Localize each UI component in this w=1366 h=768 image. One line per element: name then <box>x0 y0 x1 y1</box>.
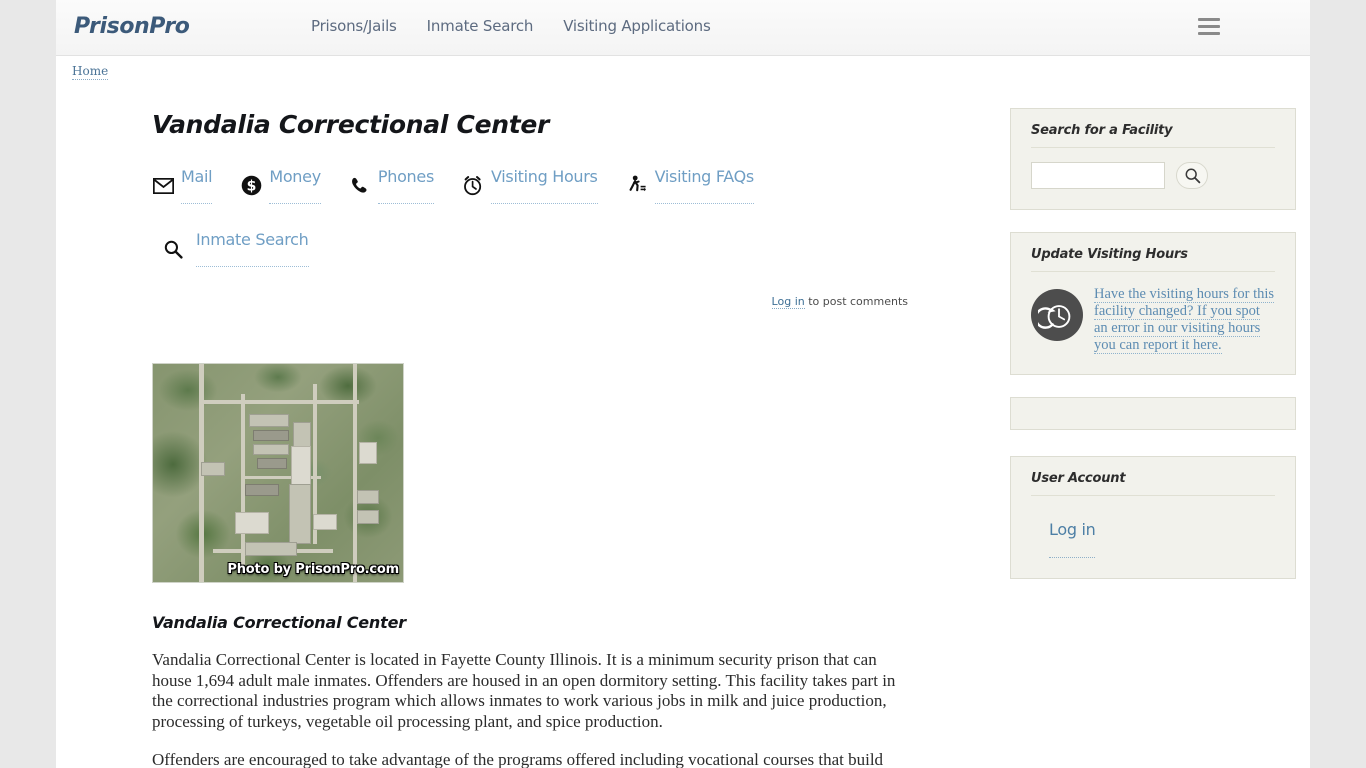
body-paragraph: Vandalia Correctional Center is located … <box>152 650 896 731</box>
comment-note: Log in to post comments <box>152 295 912 309</box>
building <box>249 414 289 427</box>
main-navigation: Prisons/Jails Inmate Search Visiting App… <box>311 17 711 35</box>
hamburger-bar <box>1198 32 1220 35</box>
building <box>245 542 297 556</box>
site-logo[interactable]: PrisonPro <box>74 14 190 39</box>
quick-link-phones[interactable]: Phones <box>349 167 434 204</box>
clock-refresh-icon <box>1031 289 1083 341</box>
facility-search-button[interactable] <box>1176 162 1208 189</box>
site-header: PrisonPro Prisons/Jails Inmate Search Vi… <box>56 0 1310 56</box>
hamburger-icon[interactable] <box>1198 18 1220 36</box>
svg-text:$: $ <box>246 178 256 194</box>
dollar-circle-icon: $ <box>240 175 262 197</box>
page-root: PrisonPro Prisons/Jails Inmate Search Vi… <box>0 0 1366 768</box>
update-visiting-hours-text: Have the visiting hours for this facilit… <box>1094 286 1275 354</box>
comment-note-rest: to post comments <box>804 295 908 308</box>
walking-person-icon <box>626 175 648 197</box>
magnifier-icon <box>1185 168 1200 184</box>
facility-search-title: Search for a Facility <box>1031 123 1275 148</box>
building <box>257 458 287 469</box>
hamburger-bar <box>1198 25 1220 28</box>
user-account-body: Log in <box>1031 496 1275 558</box>
building <box>253 444 289 455</box>
user-account-title: User Account <box>1031 471 1275 496</box>
building <box>201 462 225 476</box>
quick-link-visiting-faqs[interactable]: Visiting FAQs <box>626 167 754 204</box>
quick-link-phones-label: Phones <box>377 167 434 204</box>
building <box>357 490 379 504</box>
update-visiting-hours-title: Update Visiting Hours <box>1031 247 1275 272</box>
body-paragraph: Offenders are encouraged to take advanta… <box>152 750 884 768</box>
sidebar: Search for a Facility Update Visiting Ho… <box>1010 108 1296 601</box>
sidebar-log-in-link[interactable]: Log in <box>1049 520 1096 558</box>
log-in-link[interactable]: Log in <box>771 295 805 309</box>
breadcrumb: Home <box>72 64 109 80</box>
main-column: Vandalia Correctional Center Mail $ Mone… <box>152 88 912 768</box>
nav-item-inmate-search[interactable]: Inmate Search <box>427 17 534 35</box>
nav-item-prisons-jails[interactable]: Prisons/Jails <box>311 17 397 35</box>
building <box>313 514 337 530</box>
user-account-block: User Account Log in <box>1010 456 1296 579</box>
photo-credit: Photo by PrisonPro.com <box>227 562 399 577</box>
quick-link-visiting-faqs-label: Visiting FAQs <box>654 167 754 204</box>
building <box>235 512 269 534</box>
nav-item-visiting-applications[interactable]: Visiting Applications <box>563 17 711 35</box>
quick-link-visiting-hours-label: Visiting Hours <box>490 167 598 204</box>
quick-link-mail[interactable]: Mail <box>152 167 213 204</box>
envelope-icon <box>152 175 174 197</box>
page-title: Vandalia Correctional Center <box>152 110 550 139</box>
quick-link-mail-label: Mail <box>181 167 213 204</box>
magnifier-icon <box>162 238 184 260</box>
alarm-clock-icon <box>462 175 484 197</box>
quick-link-money-label: Money <box>269 167 321 204</box>
breadcrumb-home-link[interactable]: Home <box>72 64 109 80</box>
road <box>199 400 359 404</box>
facility-search-form <box>1031 148 1275 189</box>
facility-quick-links: Mail $ Money Phones Visiting Hours Visit… <box>152 167 912 293</box>
quick-link-money[interactable]: $ Money <box>240 167 321 204</box>
quick-link-inmate-search[interactable]: Inmate Search <box>162 230 309 267</box>
building <box>253 430 289 441</box>
update-visiting-hours-body: Have the visiting hours for this facilit… <box>1031 272 1275 354</box>
building <box>289 484 311 544</box>
phone-icon <box>349 175 371 197</box>
quick-link-visiting-hours[interactable]: Visiting Hours <box>462 167 598 204</box>
update-visiting-hours-block: Update Visiting Hours Have the visiting … <box>1010 232 1296 375</box>
facility-search-block: Search for a Facility <box>1010 108 1296 210</box>
facility-search-input[interactable] <box>1031 162 1165 189</box>
road <box>353 364 357 582</box>
quick-link-inmate-search-label: Inmate Search <box>196 230 309 267</box>
body-heading: Vandalia Correctional Center <box>152 613 406 632</box>
facility-photo: Photo by PrisonPro.com <box>152 363 404 583</box>
empty-sidebar-block <box>1010 397 1296 430</box>
site-container: PrisonPro Prisons/Jails Inmate Search Vi… <box>56 0 1310 768</box>
aerial-image <box>153 364 403 582</box>
hamburger-bar <box>1198 18 1220 21</box>
building <box>245 484 279 496</box>
building <box>357 510 379 524</box>
update-visiting-hours-link[interactable]: Have the visiting hours for this facilit… <box>1094 286 1275 354</box>
building <box>359 442 377 464</box>
